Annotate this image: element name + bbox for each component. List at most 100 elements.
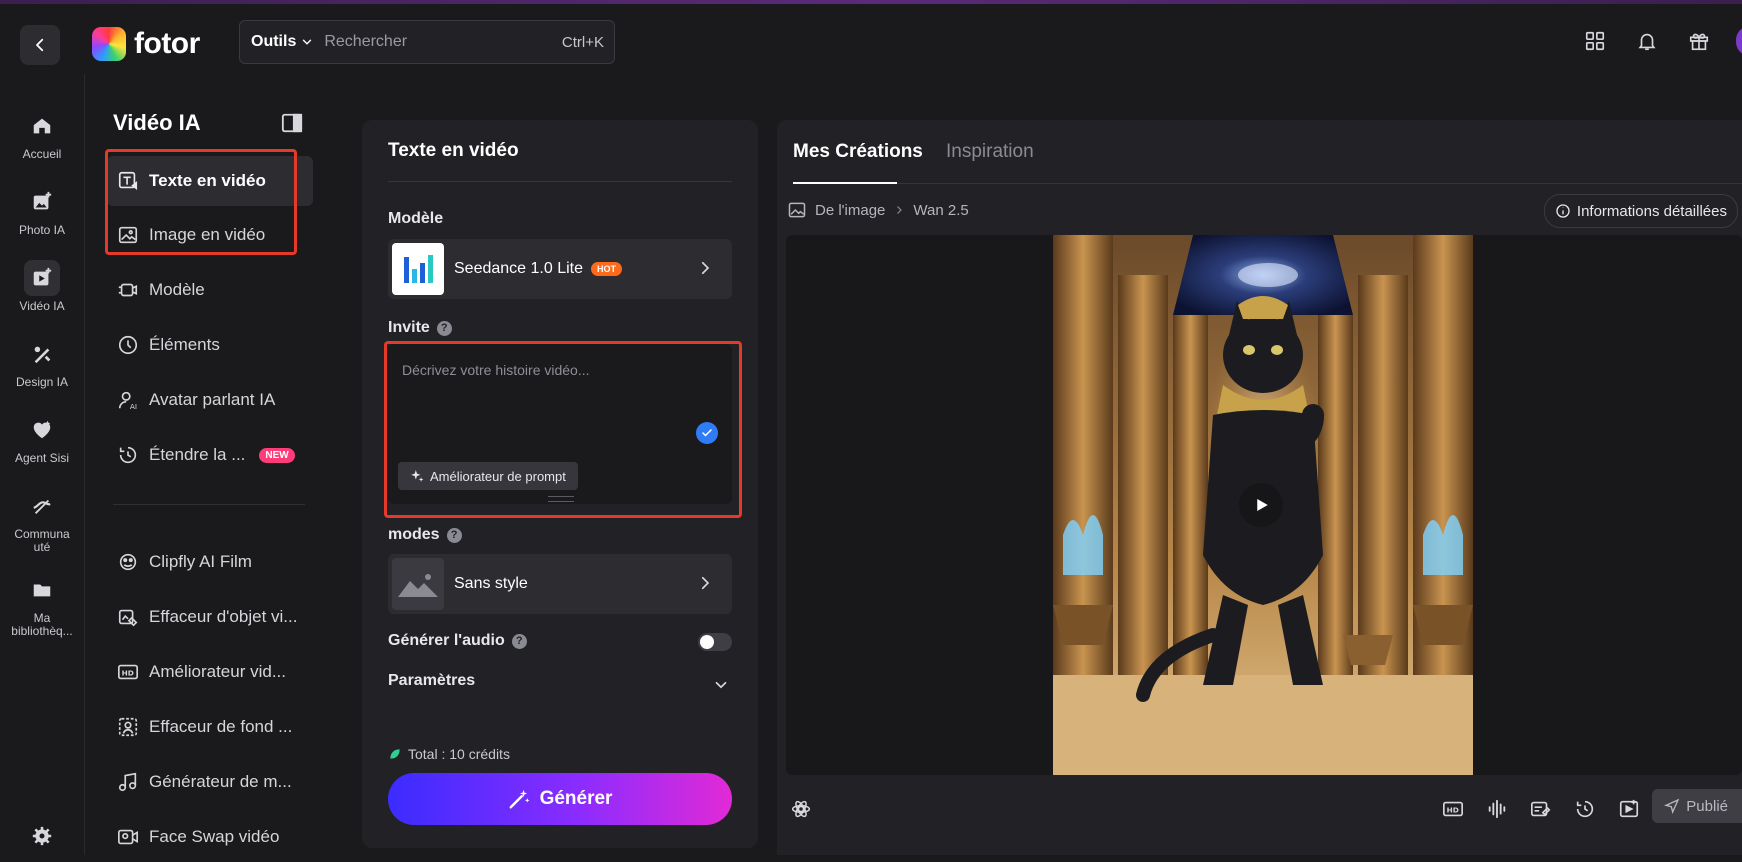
send-icon	[1664, 798, 1680, 814]
save-video-icon[interactable]	[1617, 797, 1641, 821]
search-bar[interactable]: Outils Rechercher Ctrl+K	[239, 20, 615, 64]
home-icon	[24, 108, 60, 144]
leaf-icon	[390, 749, 400, 759]
sidebar-title: Vidéo IA	[113, 110, 201, 135]
sidebar-collapse-icon[interactable]	[281, 112, 305, 136]
form-title: Texte en vidéo	[388, 140, 519, 161]
breadcrumb-source[interactable]: De l'image	[815, 202, 885, 219]
bg-eraser-icon	[118, 717, 138, 737]
preview-panel: Mes Créations Inspiration De l'image Wan…	[777, 120, 1742, 855]
hd-icon[interactable]: HD	[1441, 797, 1465, 821]
chevron-down-icon[interactable]	[712, 676, 730, 694]
rail-item-library[interactable]: Ma bibliothèq...	[0, 572, 84, 638]
rail-item-video-ai[interactable]: Vidéo IA	[0, 260, 84, 313]
video-stage	[786, 235, 1742, 775]
logo-text: fotor	[134, 27, 200, 60]
hot-badge: HOT	[591, 262, 622, 276]
tab-my-creations[interactable]: Mes Créations	[793, 141, 923, 163]
sidebar-item-avatar-ai[interactable]: AI Avatar parlant IA	[107, 375, 313, 425]
params-label-text: Paramètres	[388, 672, 476, 689]
sidebar-item-elements[interactable]: Éléments	[107, 320, 313, 370]
chevron-left-icon	[36, 38, 44, 52]
rail-label: Accueil	[22, 147, 62, 161]
details-label: Informations détaillées	[1576, 202, 1727, 220]
sidebar-item-object-eraser[interactable]: Effaceur d'objet vi...	[107, 592, 313, 642]
sidebar-item-clipfly[interactable]: Clipfly AI Film	[107, 537, 313, 587]
community-icon	[24, 488, 60, 524]
generate-label: Générer	[539, 788, 613, 809]
sidebar-item-label: Éléments	[149, 335, 220, 354]
seedance-logo-icon	[392, 243, 444, 295]
model-selector[interactable]: Seedance 1.0 Lite HOT	[388, 239, 732, 299]
music-icon	[118, 772, 137, 792]
generate-button[interactable]: Générer	[388, 773, 732, 825]
rail-label: Design IA	[15, 375, 69, 389]
style-selector[interactable]: Sans style	[388, 554, 732, 614]
chevron-right-icon	[701, 576, 710, 590]
rail-item-photo-ai[interactable]: Photo IA	[0, 184, 84, 237]
bell-icon[interactable]	[1634, 28, 1660, 54]
video-thumbnail[interactable]	[1053, 235, 1473, 775]
params-label[interactable]: Paramètres	[388, 672, 475, 690]
play-button[interactable]	[1239, 483, 1283, 527]
fotor-logo[interactable]: fotor	[92, 24, 200, 64]
gear-icon	[24, 818, 60, 854]
rail-item-design-ai[interactable]: Design IA	[0, 336, 84, 389]
sidebar-item-music-generator[interactable]: Générateur de m...	[107, 757, 313, 807]
search-shortcut: Ctrl+K	[561, 33, 604, 51]
video-edit-icon[interactable]	[1529, 797, 1553, 821]
history-icon[interactable]	[1573, 797, 1597, 821]
sidebar-item-extend[interactable]: Étendre la ... NEW	[107, 430, 313, 480]
settings-button[interactable]	[0, 818, 84, 854]
rail-item-agent[interactable]: Agent Sisi	[0, 412, 84, 465]
rail-label-line2: bibliothèq...	[11, 624, 73, 638]
modes-label-text: modes	[388, 526, 440, 543]
sidebar-item-template[interactable]: Modèle	[107, 265, 313, 315]
back-button[interactable]	[20, 25, 60, 65]
search-input[interactable]: Rechercher	[324, 33, 562, 51]
audio-toggle[interactable]	[698, 633, 732, 651]
tab-inspiration[interactable]: Inspiration	[946, 141, 1034, 163]
toggle-knob	[700, 635, 714, 649]
apps-grid-icon[interactable]	[1582, 28, 1608, 54]
sidebar-item-video-enhancer[interactable]: HD Améliorateur vid...	[107, 647, 313, 697]
help-icon[interactable]: ?	[511, 633, 527, 649]
breadcrumb-model: Wan 2.5	[913, 201, 969, 219]
rail-item-community[interactable]: Communa uté	[0, 488, 84, 554]
audio-wave-icon[interactable]	[1485, 797, 1509, 821]
tools-dropdown[interactable]: Outils	[240, 33, 324, 51]
details-button[interactable]: Informations détaillées	[1543, 194, 1738, 228]
published-button[interactable]: Publié	[1652, 789, 1742, 823]
avatar[interactable]	[1736, 26, 1742, 56]
elements-icon	[118, 335, 138, 355]
breadcrumb: De l'image Wan 2.5	[787, 200, 969, 220]
credits-info: Total : 10 crédits	[388, 746, 510, 762]
sidebar-item-label: Modèle	[149, 280, 205, 299]
video-ai-icon	[24, 260, 60, 296]
ai-tools-icon[interactable]	[789, 797, 813, 821]
extend-icon	[119, 446, 137, 464]
clipfly-icon	[119, 553, 137, 571]
chevron-down-icon	[303, 39, 312, 45]
chevron-right-icon	[897, 206, 903, 214]
sidebar-item-label: Étendre la ...	[149, 445, 246, 464]
magic-wand-icon	[509, 789, 530, 809]
gift-icon[interactable]	[1686, 28, 1712, 54]
object-eraser-icon	[118, 609, 138, 627]
credits-text: Total : 10 crédits	[408, 746, 510, 762]
info-icon	[1556, 204, 1570, 218]
rail-item-home[interactable]: Accueil	[0, 108, 84, 161]
style-name: Sans style	[454, 575, 528, 592]
sidebar-item-label: Effaceur de fond ...	[149, 717, 293, 736]
rail-label: Agent Sisi	[14, 451, 70, 465]
help-icon[interactable]: ?	[436, 320, 452, 336]
sidebar-item-label: Clipfly AI Film	[149, 552, 252, 571]
help-icon[interactable]: ?	[446, 527, 462, 543]
form-divider	[388, 181, 732, 182]
sidebar-item-bg-eraser[interactable]: Effaceur de fond ...	[107, 702, 313, 752]
play-icon	[1257, 499, 1268, 511]
model-name: Seedance 1.0 Lite	[454, 260, 583, 277]
landscape-icon	[392, 558, 444, 610]
folder-icon	[24, 572, 60, 608]
audio-label: Générer l'audio ?	[388, 632, 527, 650]
